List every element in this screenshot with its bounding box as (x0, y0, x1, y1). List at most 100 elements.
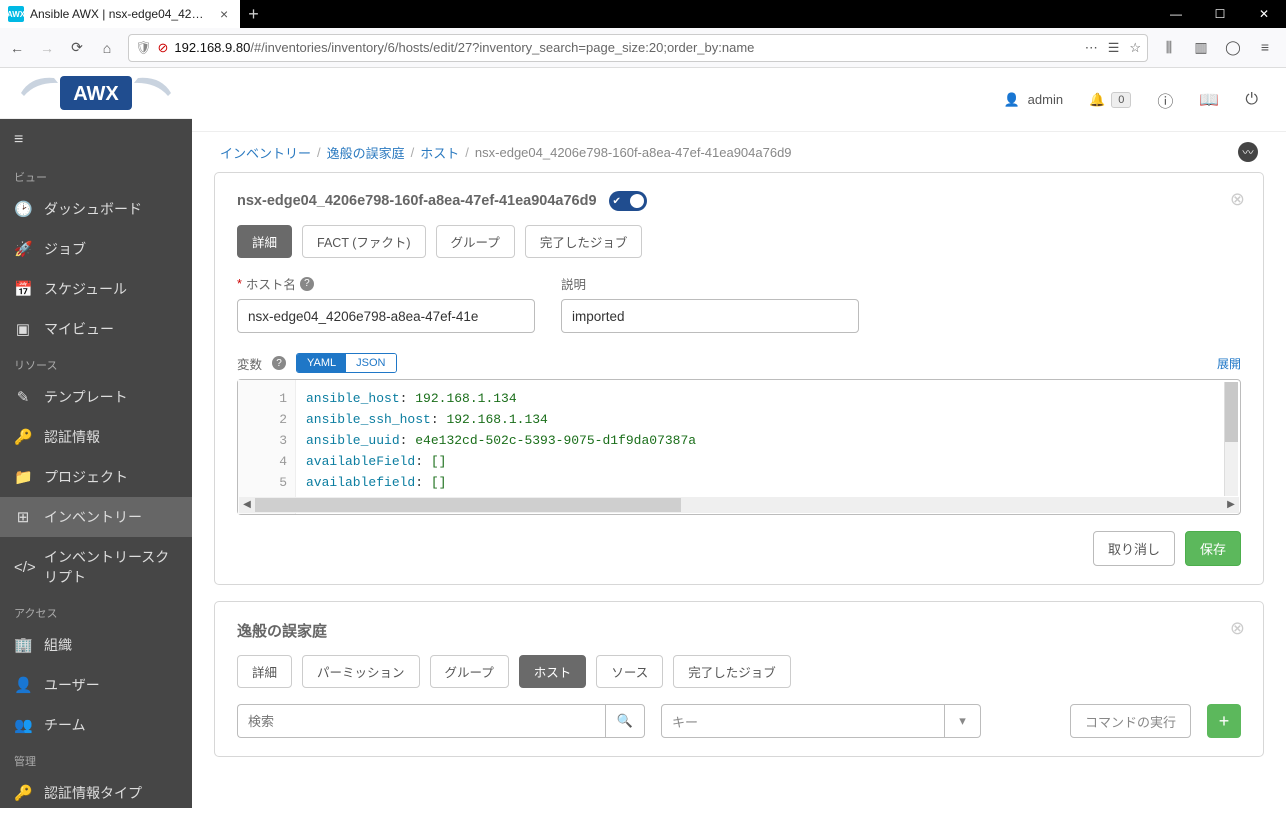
gauge-icon: 🕑 (14, 200, 32, 218)
user-icon: 👤 (1003, 92, 1019, 108)
calendar-icon: 📅 (14, 280, 32, 298)
sidebar-item-projects[interactable]: 📁プロジェクト (0, 457, 192, 497)
search-button[interactable]: 🔍 (605, 704, 645, 738)
sitemap-icon: ⊞ (14, 508, 32, 526)
sidebar-item-teams[interactable]: 👥チーム (0, 705, 192, 745)
sidebar-item-jobs[interactable]: 🚀ジョブ (0, 229, 192, 269)
yaml-option[interactable]: YAML (297, 354, 346, 372)
tab-title: Ansible AWX | nsx-edge04_420… (30, 7, 210, 21)
more-icon[interactable]: ⋯ (1085, 40, 1098, 56)
breadcrumb-inventory[interactable]: 逸般の誤家庭 (327, 143, 405, 162)
host-enabled-toggle[interactable]: ✔ (609, 191, 647, 211)
current-user[interactable]: 👤admin (1003, 92, 1063, 108)
sidebar-item-myview[interactable]: ▣マイビュー (0, 309, 192, 349)
sidebar-toggle-icon[interactable]: ≡ (0, 119, 192, 161)
nav-home-icon[interactable]: ⌂ (98, 40, 116, 56)
editor-vscroll[interactable] (1224, 382, 1238, 496)
breadcrumb-hosts[interactable]: ホスト (420, 143, 459, 162)
awx-favicon: AWX (8, 6, 24, 22)
sidebar-item-templates[interactable]: ✎テンプレート (0, 377, 192, 417)
svg-text:AWX: AWX (73, 83, 119, 105)
sidebar-item-dashboard[interactable]: 🕑ダッシュボード (0, 189, 192, 229)
sidebar-item-inventory-scripts[interactable]: </>インベントリースクリプト (0, 537, 192, 597)
inventory-title: 逸般の誤家庭 (237, 620, 1241, 641)
tab-details[interactable]: 詳細 (237, 225, 292, 258)
notifications[interactable]: 🔔0 (1089, 92, 1131, 108)
hostname-label: ホスト名 (246, 274, 296, 293)
address-bar[interactable]: 🛡 ⊘ 192.168.9.80/#/inventories/inventory… (128, 34, 1148, 62)
chevron-down-icon[interactable]: ▾ (945, 704, 981, 738)
inventory-panel: ⊗ 逸般の誤家庭 詳細 パーミッション グループ ホスト ソース 完了したジョブ… (214, 601, 1264, 757)
nav-back-icon[interactable]: ← (8, 40, 26, 56)
editor-hscroll[interactable]: ◀▶ (239, 497, 1239, 513)
menu-icon[interactable]: ≡ (1256, 39, 1274, 56)
library-icon[interactable]: ⫼ (1160, 39, 1178, 56)
close-icon[interactable]: ⊗ (1230, 618, 1245, 639)
shield-icon: 🛡 (135, 40, 152, 56)
json-option[interactable]: JSON (346, 354, 395, 372)
users-icon: 👥 (14, 716, 32, 734)
window-close-icon[interactable]: ✕ (1242, 0, 1286, 28)
account-icon[interactable]: ◯ (1224, 39, 1242, 56)
run-command-button[interactable]: コマンドの実行 (1070, 704, 1191, 738)
tab-permissions[interactable]: パーミッション (302, 655, 420, 688)
close-icon[interactable]: ⊗ (1230, 189, 1245, 210)
key-icon: 🔑 (14, 428, 32, 446)
tab-completed-jobs[interactable]: 完了したジョブ (525, 225, 643, 258)
breadcrumb-current: nsx-edge04_4206e798-160f-a8ea-47ef-41ea9… (475, 145, 792, 160)
info-icon[interactable]: ⓘ (1157, 88, 1173, 112)
section-label: アクセス (0, 597, 192, 625)
folder-icon: 📁 (14, 468, 32, 486)
sidebar-icon[interactable]: ▥ (1192, 39, 1210, 56)
sidebar-item-schedules[interactable]: 📅スケジュール (0, 269, 192, 309)
cancel-button[interactable]: 取り消し (1093, 531, 1175, 566)
tab-close-icon[interactable]: × (216, 6, 232, 22)
help-icon[interactable]: ? (272, 356, 286, 370)
tab-sources[interactable]: ソース (596, 655, 663, 688)
description-label: 説明 (561, 274, 586, 293)
sidebar-item-credential-types[interactable]: 🔑認証情報タイプ (0, 773, 192, 813)
window-maximize-icon[interactable]: ☐ (1198, 0, 1242, 28)
logout-icon[interactable]: ⏻ (1245, 91, 1258, 109)
activity-stream-icon[interactable]: 〰 (1238, 142, 1258, 162)
tab-groups[interactable]: グループ (430, 655, 509, 688)
add-host-button[interactable]: + (1207, 704, 1241, 738)
description-input[interactable] (561, 299, 859, 333)
docs-icon[interactable]: 📖 (1199, 90, 1219, 110)
nav-reload-icon[interactable]: ⟳ (68, 39, 86, 56)
browser-tab[interactable]: AWX Ansible AWX | nsx-edge04_420… × (0, 0, 240, 28)
sidebar-item-organizations[interactable]: 🏢組織 (0, 625, 192, 665)
bell-icon: 🔔 (1089, 92, 1105, 108)
tab-hosts[interactable]: ホスト (519, 655, 587, 688)
insecure-icon: ⊘ (158, 40, 169, 56)
format-toggle[interactable]: YAML JSON (296, 353, 396, 373)
sidebar-item-users[interactable]: 👤ユーザー (0, 665, 192, 705)
tab-groups[interactable]: グループ (436, 225, 515, 258)
sidebar-item-credentials[interactable]: 🔑認証情報 (0, 417, 192, 457)
variables-editor[interactable]: 123456 ansible_host: 192.168.1.134ansibl… (237, 379, 1241, 515)
breadcrumb: インベントリー/ 逸般の誤家庭/ ホスト/ nsx-edge04_4206e79… (192, 132, 1286, 172)
host-title: nsx-edge04_4206e798-160f-a8ea-47ef-41ea9… (237, 193, 597, 209)
key-icon: 🔑 (14, 784, 32, 802)
new-tab-button[interactable]: + (240, 4, 267, 25)
key-dropdown[interactable]: キー (661, 704, 945, 738)
search-icon: 🔍 (617, 713, 633, 729)
section-label: ビュー (0, 161, 192, 189)
search-input[interactable] (237, 704, 605, 738)
nav-forward-icon: → (38, 40, 56, 56)
save-button[interactable]: 保存 (1185, 531, 1241, 566)
hostname-input[interactable] (237, 299, 535, 333)
help-icon[interactable]: ? (300, 277, 314, 291)
expand-link[interactable]: 展開 (1217, 355, 1241, 372)
tab-details[interactable]: 詳細 (237, 655, 292, 688)
tab-completed-jobs[interactable]: 完了したジョブ (673, 655, 791, 688)
sidebar-item-inventories[interactable]: ⊞インベントリー (0, 497, 192, 537)
tab-facts[interactable]: FACT (ファクト) (302, 225, 426, 258)
reader-icon[interactable]: ☰ (1108, 40, 1120, 56)
user-icon: 👤 (14, 676, 32, 694)
window-minimize-icon[interactable]: — (1154, 0, 1198, 28)
star-icon[interactable]: ☆ (1129, 40, 1141, 56)
breadcrumb-inventories[interactable]: インベントリー (220, 143, 311, 162)
url-text: 192.168.9.80/#/inventories/inventory/6/h… (174, 40, 1078, 55)
awx-logo[interactable]: AWX (0, 68, 192, 119)
